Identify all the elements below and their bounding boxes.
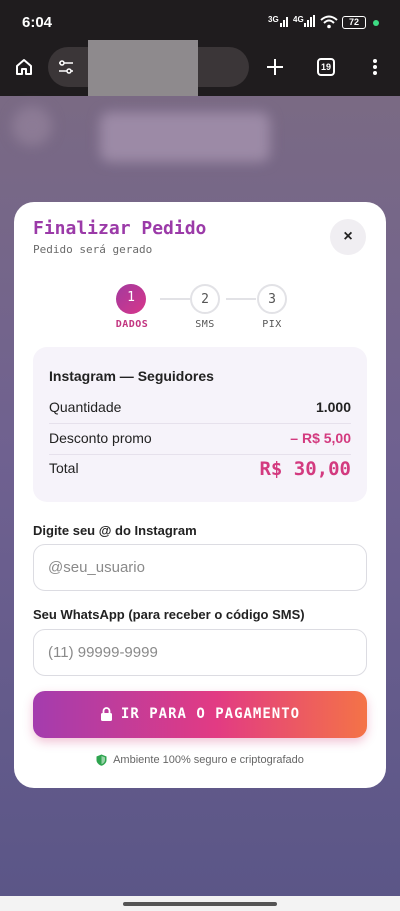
product-name: Instagram — Seguidores	[49, 368, 214, 384]
go-to-payment-button[interactable]: IR PARA O PAGAMENTO	[33, 691, 367, 738]
whatsapp-number-input[interactable]	[33, 629, 367, 676]
summary-row-discount: Desconto promo – R$ 5,00	[49, 430, 351, 446]
more-icon[interactable]	[372, 58, 378, 76]
instagram-username-input[interactable]	[33, 544, 367, 591]
quantity-value: 1.000	[315, 399, 351, 415]
modal-subtitle: Pedido será gerado	[33, 243, 153, 256]
lock-icon	[100, 706, 112, 721]
step-3-pix: 3	[257, 284, 287, 314]
network-4g-label: 4G	[293, 15, 304, 24]
security-note: Ambiente 100% seguro e criptografado	[14, 754, 386, 766]
summary-row-quantity: Quantidade 1.000	[49, 399, 351, 415]
modal-title: Finalizar Pedido	[33, 218, 207, 239]
clock: 6:04	[22, 14, 53, 31]
divider	[49, 454, 351, 455]
discount-value: – R$ 5,00	[290, 430, 351, 446]
security-note-text: Ambiente 100% seguro e criptografado	[113, 754, 304, 766]
shield-icon	[96, 754, 107, 766]
network-3g-label: 3G	[268, 15, 279, 24]
step-label-pix: PIX	[262, 319, 282, 330]
home-icon[interactable]	[14, 57, 34, 77]
blurred-background-banner	[100, 112, 270, 162]
instagram-field-label: Digite seu @ do Instagram	[33, 523, 197, 538]
checkout-modal: Finalizar Pedido Pedido será gerado × 1 …	[14, 202, 386, 788]
step-1-dados: 1	[116, 284, 146, 314]
wifi-icon	[320, 15, 338, 29]
signal-bars-icon	[280, 17, 288, 27]
browser-toolbar: 19	[0, 46, 400, 96]
status-bar: 6:04 3G 4G 72	[0, 0, 400, 46]
privacy-indicator-dot	[373, 20, 379, 26]
step-connector	[226, 298, 256, 300]
step-label-dados: DADOS	[115, 319, 149, 330]
step-label-sms: SMS	[195, 319, 215, 330]
home-gesture-handle[interactable]	[123, 902, 277, 906]
signal-bars-icon-2	[304, 15, 315, 27]
go-to-payment-label: IR PARA O PAGAMENTO	[120, 706, 301, 722]
step-2-sms: 2	[190, 284, 220, 314]
divider	[49, 423, 351, 424]
step-connector	[160, 298, 190, 300]
tabs-count-button[interactable]: 19	[317, 58, 335, 76]
total-value: R$ 30,00	[259, 458, 351, 480]
whatsapp-field-label: Seu WhatsApp (para receber o código SMS)	[33, 607, 305, 622]
order-summary: Instagram — Seguidores Quantidade 1.000 …	[33, 347, 367, 502]
quantity-label: Quantidade	[49, 399, 122, 415]
tune-icon[interactable]	[58, 60, 74, 74]
discount-label: Desconto promo	[49, 430, 152, 446]
new-tab-icon[interactable]	[266, 58, 284, 76]
close-button[interactable]: ×	[330, 219, 366, 255]
redacted-url	[88, 40, 198, 96]
summary-row-total: Total R$ 30,00	[49, 458, 351, 480]
blurred-background-element	[12, 106, 52, 146]
total-label: Total	[49, 460, 79, 476]
battery-icon: 72	[342, 16, 366, 29]
